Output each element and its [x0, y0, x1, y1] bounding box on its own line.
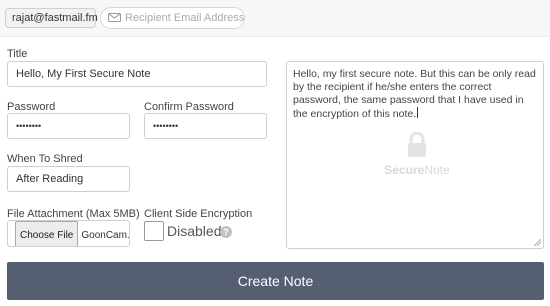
- attached-file-name: GoonCam.exe: [81, 230, 130, 241]
- password-label: Password: [7, 101, 56, 113]
- text-caret: [417, 107, 419, 118]
- client-encryption-toggle[interactable]: [144, 221, 164, 241]
- encryption-state: Disabled: [167, 223, 222, 239]
- recipient-placeholder: Recipient Email Address: [125, 12, 245, 24]
- resize-grip-icon[interactable]: [534, 239, 541, 246]
- title-input[interactable]: Hello, My First Secure Note: [7, 61, 267, 87]
- recipient-email-input[interactable]: Recipient Email Address: [100, 7, 245, 29]
- lock-icon: [408, 132, 426, 157]
- envelope-icon: [108, 13, 121, 22]
- shred-select[interactable]: After Reading: [7, 166, 130, 192]
- confirm-password-value: ••••••••: [153, 121, 179, 131]
- shred-label: When To Shred: [7, 153, 83, 165]
- note-textarea[interactable]: Hello, my first secure note. But this ca…: [286, 61, 544, 249]
- confirm-password-label: Confirm Password: [144, 101, 234, 113]
- note-text: Hello, my first secure note. But this ca…: [293, 68, 536, 120]
- file-attachment-input[interactable]: Choose FileGoonCam.exe: [7, 220, 130, 247]
- confirm-password-input[interactable]: ••••••••: [144, 113, 267, 139]
- encryption-label: Client Side Encryption: [144, 208, 253, 220]
- shred-selected: After Reading: [16, 173, 84, 185]
- create-note-button[interactable]: Create Note: [7, 262, 544, 300]
- title-value: Hello, My First Secure Note: [16, 68, 151, 80]
- title-label: Title: [7, 48, 28, 60]
- password-value: ••••••••: [16, 121, 42, 131]
- securenote-watermark: SecureNote: [377, 132, 457, 178]
- recipient-email: rajat@fastmail.fm: [12, 12, 98, 24]
- help-icon[interactable]: ?: [220, 226, 232, 238]
- choose-file-button[interactable]: Choose File: [15, 221, 79, 246]
- watermark-brand: SecureNote: [384, 163, 450, 177]
- recipient-chip[interactable]: rajat@fastmail.fmx: [5, 8, 106, 28]
- attachment-label: File Attachment (Max 5MB): [7, 208, 140, 220]
- password-input[interactable]: ••••••••: [7, 113, 130, 139]
